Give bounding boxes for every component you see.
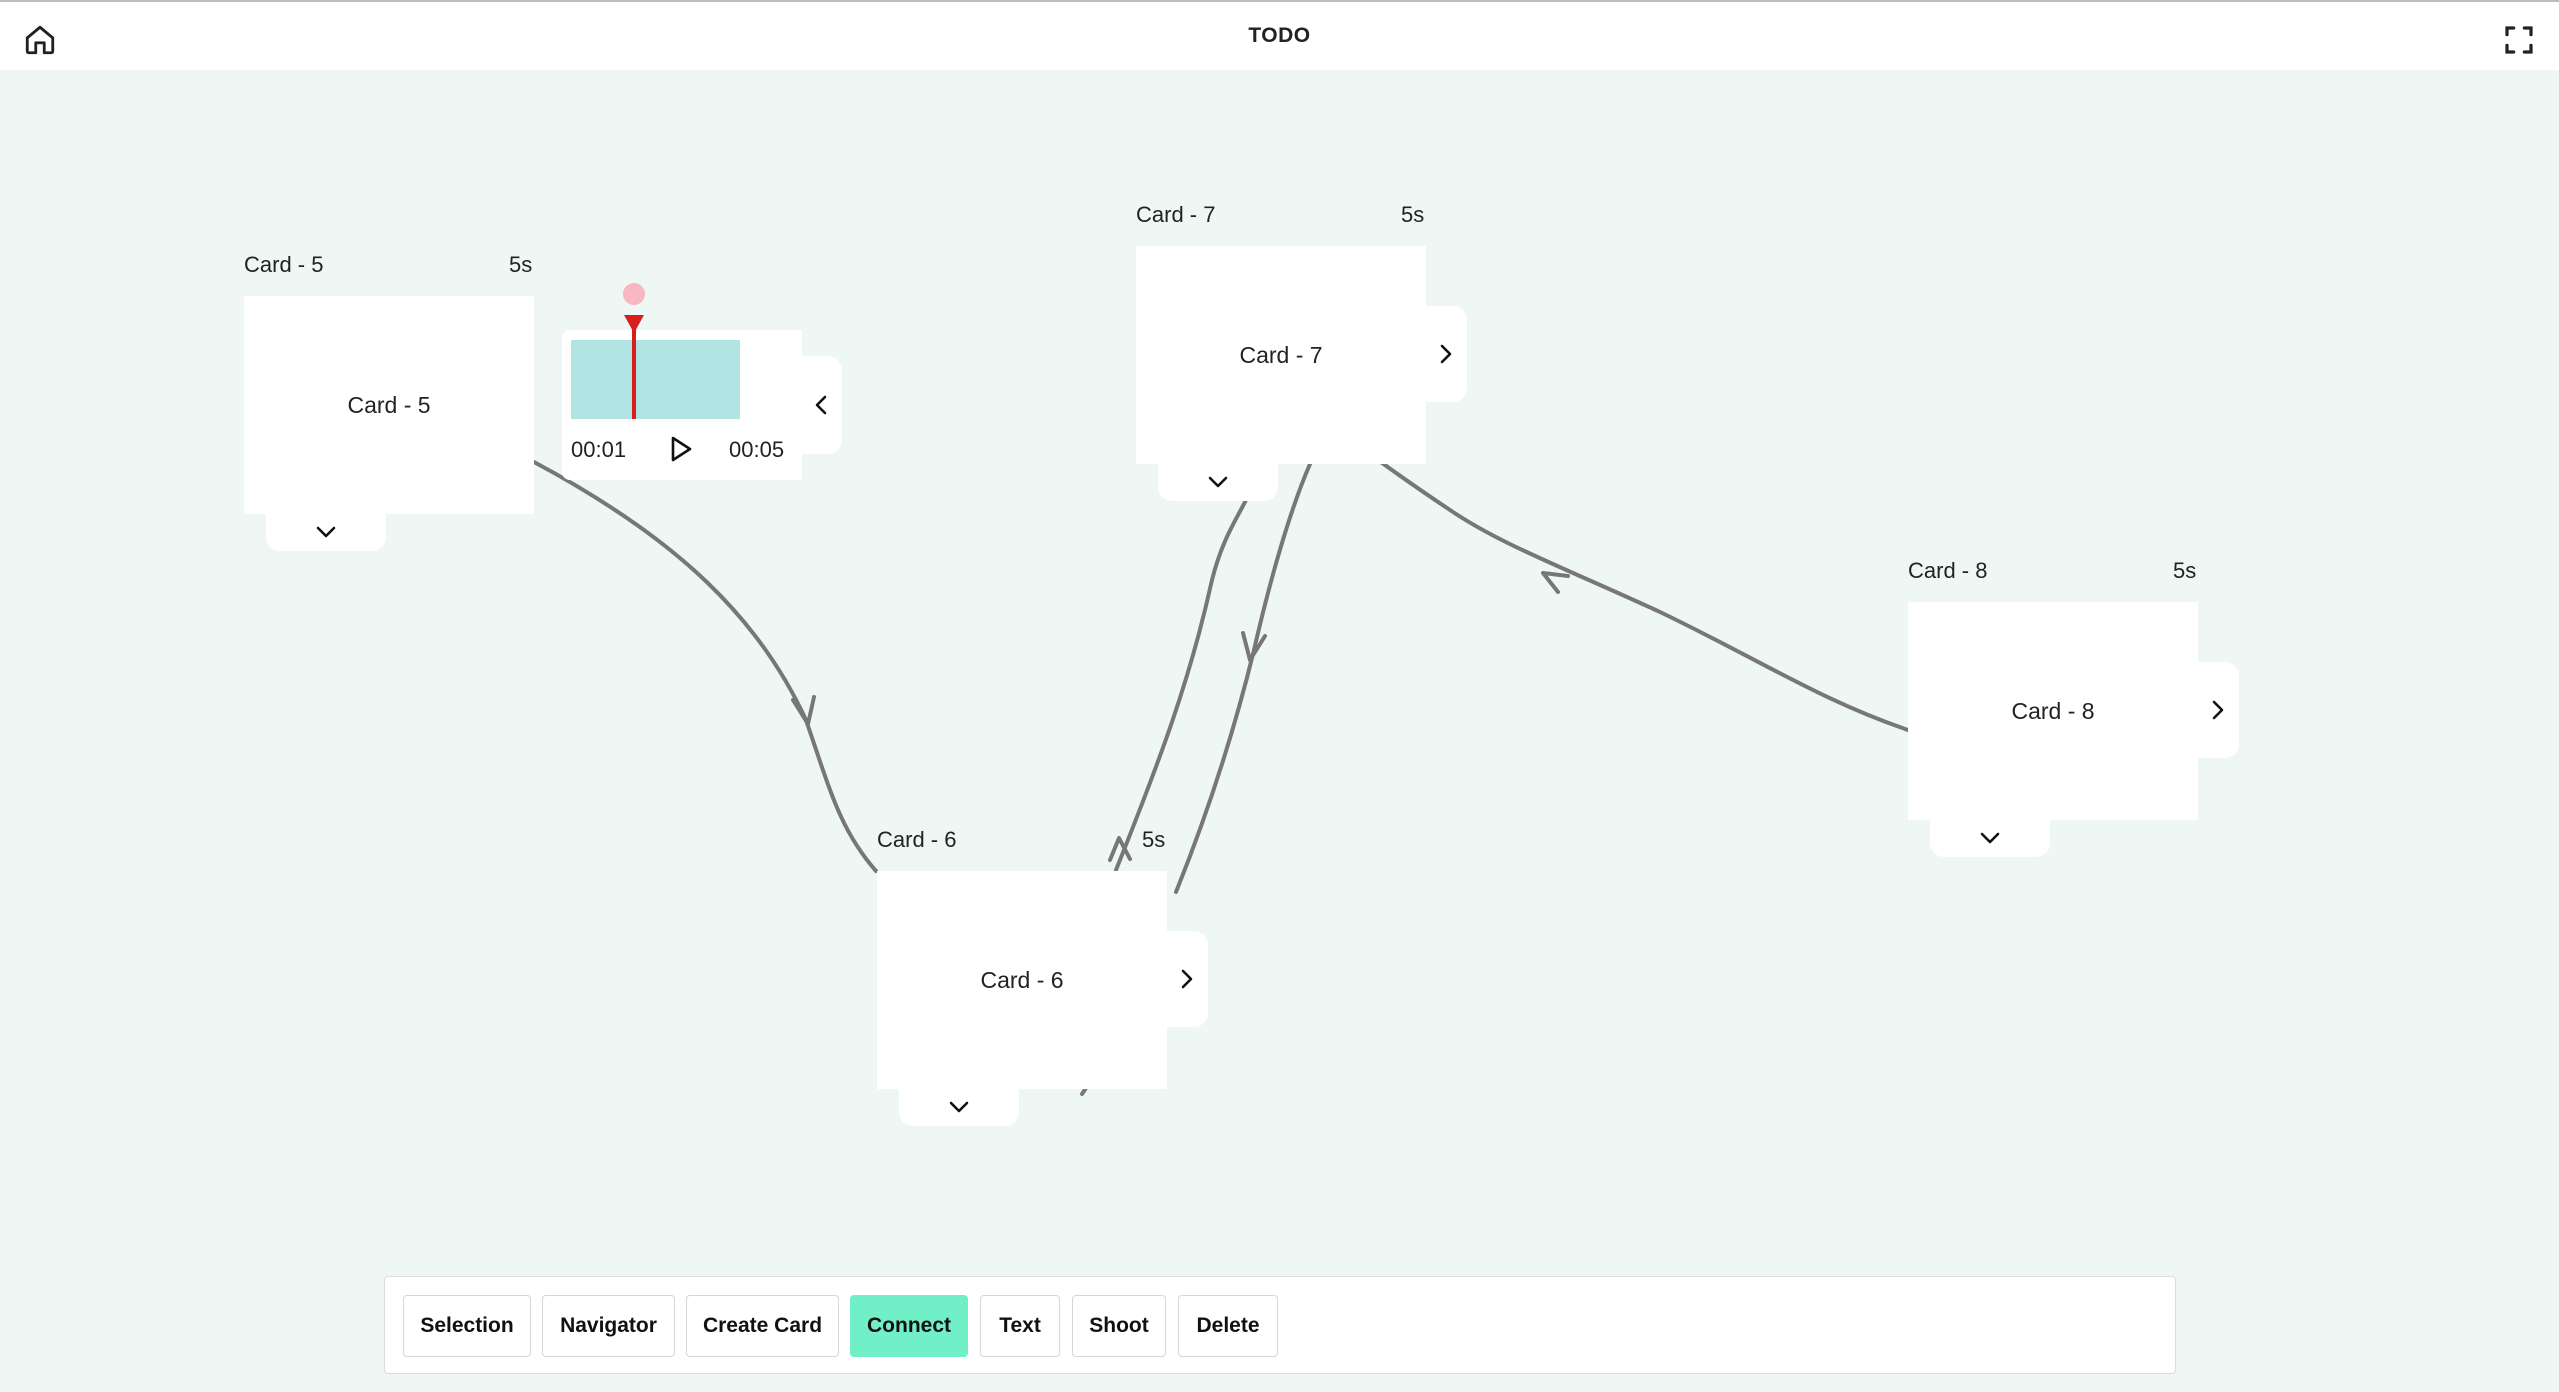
total-time: 00:05 [729,437,785,462]
fullscreen-icon [2505,26,2533,54]
card6[interactable]: Card - 6 [877,871,1167,1089]
card5[interactable]: Card - 5 [244,296,534,514]
playhead[interactable] [632,318,636,419]
chevron-left-icon [815,395,827,415]
card5-expand-button[interactable] [266,513,386,551]
card8-expand-button[interactable] [1930,819,2050,857]
playhead-marker [624,315,644,333]
card8[interactable]: Card - 8 [1908,602,2198,820]
chevron-down-icon [949,1101,969,1113]
card7-expand-button[interactable] [1158,463,1278,501]
chevron-down-icon [316,526,336,538]
chevron-right-icon [1181,969,1193,989]
chevron-down-icon [1980,832,2000,844]
text-button[interactable]: Text [980,1295,1060,1357]
card6-body-label: Card - 6 [980,966,1064,993]
play-icon [671,436,692,462]
selection-button[interactable]: Selection [403,1295,531,1357]
card7-open-button[interactable] [1425,306,1467,402]
card8-open-button[interactable] [2197,662,2239,758]
card5-duration: 5s [509,252,533,277]
card7-body-label: Card - 7 [1239,341,1323,368]
chevron-right-icon [2212,700,2224,720]
card6-duration: 5s [1142,827,1166,852]
card5-body-label: Card - 5 [347,391,431,418]
play-button[interactable] [664,432,698,466]
card8-label: Card - 8 [1908,558,1988,583]
chevron-right-icon [1440,344,1452,364]
card5-label: Card - 5 [244,252,324,277]
navigator-button[interactable]: Navigator [542,1295,675,1357]
card6-open-button[interactable] [1166,931,1208,1027]
bottom-toolbar: Selection Navigator Create Card Connect … [384,1276,2176,1374]
card7[interactable]: Card - 7 [1136,246,1426,464]
connect-button[interactable]: Connect [850,1295,968,1357]
card6-label: Card - 6 [877,827,957,852]
shoot-button[interactable]: Shoot [1072,1295,1166,1357]
playhead-handle[interactable] [623,283,645,305]
card7-label: Card - 7 [1136,202,1216,227]
chevron-down-icon [1208,476,1228,488]
card8-duration: 5s [2173,558,2197,583]
card7-duration: 5s [1401,202,1425,227]
player-collapse-button[interactable] [800,356,842,454]
current-time: 00:01 [571,437,627,462]
card6-expand-button[interactable] [899,1088,1019,1126]
create-card-button[interactable]: Create Card [686,1295,839,1357]
timeline-clip[interactable] [571,340,740,419]
delete-button[interactable]: Delete [1178,1295,1278,1357]
top-bar: TODO [0,0,2559,70]
fullscreen-button[interactable] [2499,20,2539,60]
card8-body-label: Card - 8 [2011,697,2095,724]
page-title: TODO [1248,24,1311,47]
